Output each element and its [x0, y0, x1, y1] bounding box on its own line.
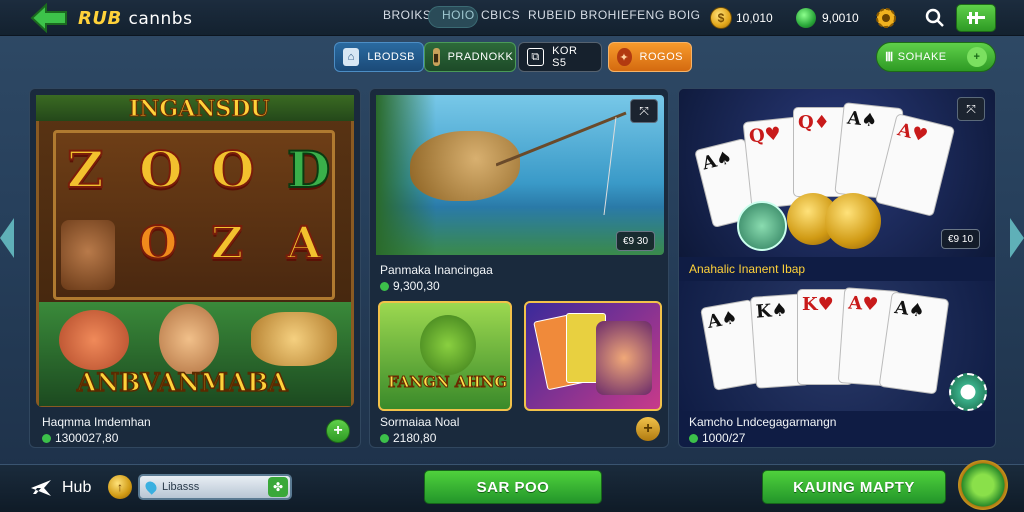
slot-symbol: O	[210, 139, 256, 200]
nav-item-3[interactable]: RUBEID BROH	[528, 8, 617, 22]
frog-game-artwork[interactable]: FANGN AHNG	[378, 301, 512, 411]
game-title: Panmaka Inancingaa	[380, 263, 493, 277]
add-game-button[interactable]: Ⅲ SOHAKE +	[876, 42, 996, 72]
slot-banner-top: INGANSDU	[129, 96, 271, 123]
filter-0-label: LBODSB	[367, 51, 415, 63]
game-price: 1300027,80	[42, 431, 118, 445]
boy-character-icon	[159, 304, 219, 374]
gem-icon	[42, 433, 51, 443]
bottle-icon: ▮	[433, 48, 440, 66]
frog-character-icon	[420, 315, 476, 375]
add-game-button-label: SOHAKE	[897, 51, 947, 63]
character-portrait-icon	[61, 220, 115, 290]
game-price: 9,300,30	[380, 279, 440, 293]
app-logo[interactable]: RUB cannbs	[78, 8, 192, 29]
slot-artwork: INGANSDU Z O O D O Z A ANBVANMABA	[36, 95, 354, 407]
nav-item-2[interactable]: CBICS	[481, 8, 520, 22]
filter-3-label: ROGOS	[639, 51, 683, 63]
slot-symbol: Z	[66, 139, 104, 200]
slot-symbol: D	[286, 139, 331, 200]
slot-symbol: A	[286, 217, 322, 270]
frog-banner: FANGN AHNG	[387, 373, 508, 392]
carousel-left-arrow-icon[interactable]	[0, 218, 16, 258]
card-game-artwork[interactable]	[524, 301, 662, 411]
gem-icon	[796, 8, 816, 28]
add-slot-button[interactable]: +	[326, 419, 350, 443]
slot-symbol: Z	[210, 217, 244, 270]
location-pin-icon	[143, 479, 159, 495]
fox-character-icon	[59, 310, 129, 370]
back-arrow-icon[interactable]	[30, 3, 70, 33]
chip-icon	[949, 373, 987, 411]
expand-icon[interactable]: ⤧	[630, 99, 658, 123]
filter-2-label: KOR S5	[552, 45, 578, 69]
menu-button[interactable]	[956, 4, 996, 32]
gem-icon	[380, 433, 389, 443]
filter-1[interactable]: ▮ PRADNOKK	[424, 42, 516, 72]
slot-symbol: O	[138, 217, 178, 270]
filter-1-label: PRADNOKK	[447, 51, 514, 63]
game-card-slot[interactable]: INGANSDU Z O O D O Z A ANBVANMABA Haqmma…	[29, 88, 361, 448]
slot-symbol: O	[138, 139, 184, 200]
game-title: Anahalic Inanent Ibap	[689, 262, 806, 276]
menu-icon	[967, 12, 985, 24]
game-title: Sormaiaa Noal	[380, 415, 460, 429]
search-placeholder: Libasss	[162, 481, 200, 493]
fishing-rod-icon	[496, 111, 627, 216]
gem-icon	[689, 433, 698, 443]
game-title: Haqmma Imdemhan	[42, 415, 151, 429]
game-price: 1000/27	[689, 431, 745, 445]
nav-item-0[interactable]: BROIKS	[383, 8, 431, 22]
game-card-poker[interactable]: A♠ Q♥ Q♦ A♠ A♥ ⤧ €9 10 Anahalic Inanent …	[678, 88, 996, 448]
coin-icon: $	[710, 7, 732, 29]
carousel-right-arrow-icon[interactable]	[1008, 218, 1024, 258]
coins-value: 10,010	[736, 11, 773, 25]
gems-balance[interactable]: 9,0010	[796, 6, 859, 30]
search-field[interactable]: Libasss ✤	[138, 474, 292, 500]
settings-gear-icon[interactable]	[871, 4, 901, 32]
search-icon[interactable]	[920, 4, 950, 32]
add-frog-button[interactable]: +	[636, 417, 660, 441]
game-price: 2180,80	[380, 431, 436, 445]
gift-icon: ✦	[617, 48, 632, 66]
plus-icon: +	[967, 47, 987, 67]
game-card-fishing-group: ⤧ €9 30 Panmaka Inancingaa 9,300,30 FANG…	[369, 88, 669, 448]
filter-3[interactable]: ✦ ROGOS	[608, 42, 692, 72]
queen-portrait-icon	[596, 321, 652, 395]
expand-icon[interactable]: ⤧	[957, 97, 985, 121]
secondary-play-button[interactable]: KAUING MAPTY	[762, 470, 946, 504]
fishing-artwork[interactable]: ⤧ €9 30	[376, 95, 664, 255]
coins-balance[interactable]: $ 10,010	[710, 6, 773, 30]
filter-0[interactable]: ⌂ LBODSB	[334, 42, 424, 72]
fish-character-icon	[251, 312, 337, 366]
gems-value: 9,0010	[822, 11, 859, 25]
slot-banner-bottom: ANBVANMABA	[76, 367, 288, 398]
clover-icon[interactable]: ✤	[268, 477, 288, 497]
filter-2[interactable]: ⧉ KOR S5	[518, 42, 602, 72]
coin-icon[interactable]: ↑	[108, 475, 132, 499]
gold-coin-icon	[825, 193, 881, 249]
chip-icon	[737, 201, 787, 251]
airplane-icon[interactable]	[30, 478, 52, 498]
game-title: Kamcho Lndcegagarmangn	[689, 415, 837, 429]
nav-item-4[interactable]: IEFENG BOIG	[617, 8, 701, 22]
home-icon: ⌂	[343, 48, 360, 66]
hub-label[interactable]: Hub	[62, 479, 91, 497]
rewards-badge-icon[interactable]	[958, 460, 1008, 510]
nav-item-1[interactable]: HOIO	[442, 8, 475, 22]
price-tag: €9 30	[616, 231, 656, 251]
primary-play-button[interactable]: SAR POO	[424, 470, 602, 504]
grid-icon: Ⅲ	[885, 50, 894, 64]
price-tag: €9 10	[941, 229, 981, 249]
ticket-icon: ⧉	[527, 48, 545, 66]
gem-icon	[380, 281, 389, 291]
